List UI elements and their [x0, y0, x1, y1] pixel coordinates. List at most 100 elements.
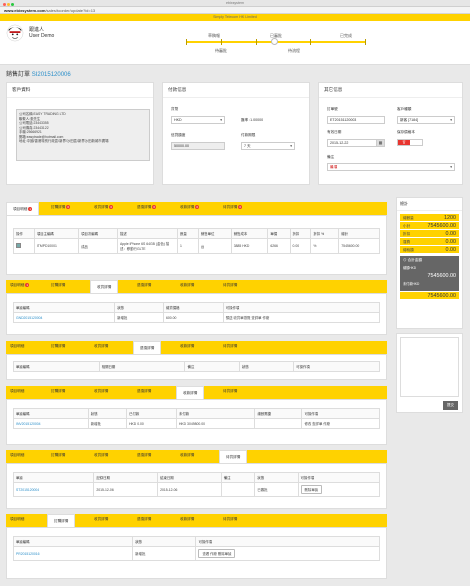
tab-invoice[interactable]: 收款詳情 — [180, 517, 194, 522]
order-table: 單據編碼 狀態 可操作項 PR2015120016 新增批 查看 作廢 刪除單據 — [12, 536, 380, 561]
doc-link[interactable]: GND2015120004 — [12, 312, 116, 323]
url-path: /sales/toorder/update?id=13 — [45, 8, 96, 13]
tab-invoice[interactable]: 收款詳情 — [180, 283, 194, 288]
customer-group-select[interactable]: 新客 [7184] ▾ — [397, 116, 455, 124]
cell[interactable]: 6266 — [267, 238, 291, 254]
submit-button[interactable]: 提交 — [442, 401, 458, 410]
tab-label: 訂購詳情 — [51, 453, 66, 457]
payment-heading: 付款信息 — [163, 83, 309, 98]
customer-address[interactable]: 公司名稱:EASY TRADING LTD 聯繫人:張先生 公司電話:23443… — [16, 109, 150, 161]
tab-return[interactable]: 退換詳情 — [137, 453, 151, 458]
tab-return[interactable]: 退換詳情 — [133, 341, 162, 354]
price-toggle[interactable]: 否 — [397, 139, 423, 146]
tab-label: 收款詳情 — [180, 205, 195, 209]
step-pending-process: 待流程 — [288, 48, 300, 53]
tab-return[interactable]: 退換詳情 — [137, 517, 151, 522]
invoice-panel: 單據編碼 狀態 已付款 未付款 總數需捷 可操作項 INV2015120004 … — [6, 399, 387, 445]
row-actions[interactable]: 預送 收貨單瀏覽 查詳單 作廢 — [222, 312, 381, 323]
tab-pending[interactable]: 待貨詳情 — [219, 450, 248, 463]
tab-return[interactable]: 退換詳情 — [137, 283, 151, 288]
summary-label: 小計 — [403, 224, 411, 228]
tabbar-receive: 項目明細 1 訂購詳情 收貨詳情 退換詳情 收款詳情 待貨詳情 — [6, 280, 387, 293]
comment-textarea[interactable] — [400, 337, 459, 397]
terms-select[interactable]: 7 天 ▾ — [241, 142, 295, 150]
tab-label: 項目明細 — [13, 207, 28, 211]
col-discount: 折扣 — [289, 228, 312, 239]
checkbox-icon[interactable] — [16, 243, 21, 248]
tab-receive[interactable]: 收貨詳情 — [94, 389, 108, 394]
avatar-icon[interactable] — [6, 24, 24, 42]
tab-invoice[interactable]: 收款詳情 0 — [180, 205, 200, 210]
address-line: 地址:中國/香港特別行政區/新界/沙田區/新界沙田新城市廣場 — [19, 139, 109, 143]
tab-items[interactable]: 項目明細 — [10, 344, 24, 349]
date-field[interactable]: 2015-12-22 — [327, 139, 377, 147]
progress-knob[interactable] — [271, 38, 278, 45]
currency-value: HKD — [174, 118, 182, 122]
tab-order[interactable]: 訂購詳情 — [51, 283, 65, 288]
tab-badge: 1 — [25, 283, 30, 288]
cell[interactable]: 1 — [177, 238, 199, 254]
cell[interactable]: 台 — [197, 238, 232, 254]
row-actions[interactable]: 修改 查詳單 作廢 — [301, 418, 380, 429]
tab-order[interactable]: 訂購詳情 — [47, 514, 76, 527]
currency-select[interactable]: HKD ▾ — [171, 116, 225, 124]
tab-return[interactable]: 退換詳情 — [137, 389, 151, 394]
tab-pending[interactable]: 待貨詳情 0 — [223, 205, 243, 210]
tab-return[interactable]: 退換詳情 0 — [137, 205, 157, 210]
tab-items[interactable]: 項目明細 — [10, 453, 24, 458]
doc-link[interactable]: INV2015120004 — [13, 418, 89, 429]
col-date: 相關日期 — [98, 361, 186, 372]
col-action: 操作 — [13, 228, 35, 239]
tab-receive[interactable]: 收貨詳情 — [90, 280, 119, 293]
credit-field[interactable]: 50000.00 — [171, 142, 225, 150]
summary-label: 運費 — [403, 240, 411, 244]
tab-label: 收款詳情 — [180, 344, 195, 348]
payment-card: 付款信息 貨幣 HKD ▾ 匯率 :1.00000 信貸額度 50000.00 付… — [162, 82, 310, 185]
order-number: SI2015120006 — [31, 72, 71, 78]
cell[interactable]: Apple iPhone 6S 64GB (金色) 描述：移動行GLTE — [117, 238, 178, 254]
address-bar[interactable]: www.ebixsystem.com/sales/toorder/update?… — [0, 7, 470, 14]
tab-pending[interactable]: 待貨詳情 — [223, 344, 237, 349]
order-no-field[interactable]: ET20151120003 — [327, 116, 385, 124]
tab-receive[interactable]: 收貨詳情 — [94, 453, 108, 458]
tab-receive[interactable]: 收貨詳情 — [94, 517, 108, 522]
cell: 2015-12-06 — [157, 482, 222, 497]
tab-pending[interactable]: 待貨詳情 — [223, 389, 237, 394]
tab-receive[interactable]: 收貨詳情 0 — [94, 205, 114, 210]
tab-receive[interactable]: 收貨詳情 — [94, 344, 108, 349]
row-checkbox[interactable] — [13, 238, 35, 254]
summary-value: 0.00 — [445, 231, 457, 237]
summary-row-tax: 總稅額 0.00 — [400, 246, 459, 254]
tab-badge: 1 — [28, 207, 33, 212]
tab-invoice[interactable]: 收款詳情 — [176, 386, 205, 399]
window-controls[interactable] — [3, 2, 15, 9]
tab-order[interactable]: 訂購詳情 — [51, 389, 65, 394]
calendar-icon[interactable]: ▦ — [376, 139, 385, 147]
action-buttons[interactable]: 查看 作廢 刪除單據 — [198, 549, 236, 558]
doc-link[interactable]: ST2015120004 — [12, 482, 95, 497]
tab-order[interactable]: 訂購詳情 — [51, 344, 65, 349]
tab-pending[interactable]: 待貨詳情 — [223, 517, 237, 522]
tab-items[interactable]: 項目明細 1 — [10, 283, 30, 288]
browser-title-bar: ebixsystem — [0, 0, 470, 7]
col-actions: 可操作項 — [297, 472, 381, 483]
cell: 7545600.00 — [338, 238, 380, 254]
summary-label: 總稅額 — [403, 248, 414, 252]
customer-group-label: 客戶種類 — [397, 107, 412, 111]
tab-order[interactable]: 訂購詳情 0 — [51, 205, 71, 210]
tab-items[interactable]: 項目明細 — [10, 517, 24, 522]
cell[interactable]: 0.00 — [289, 238, 312, 254]
tab-pending[interactable]: 待貨詳情 — [223, 283, 237, 288]
col-doc: 單據編碼 — [13, 408, 89, 419]
tab-invoice[interactable]: 收款詳情 — [180, 344, 194, 349]
doc-link[interactable]: PR2015120016 — [12, 546, 134, 561]
tab-items[interactable]: 項目明細 1 — [6, 202, 40, 215]
cell: HKD 3049800.00 — [175, 418, 256, 429]
tab-order[interactable]: 訂購詳情 — [51, 453, 65, 458]
tab-label: 收貨詳情 — [94, 344, 109, 348]
tab-items[interactable]: 項目明細 — [10, 389, 24, 394]
delete-doc-button[interactable]: 刪除單據 — [300, 485, 323, 494]
tab-invoice[interactable]: 收款詳情 — [180, 453, 194, 458]
user-role: User Demo — [29, 33, 55, 39]
remark-select[interactable]: 最項 ▾ — [327, 163, 455, 171]
